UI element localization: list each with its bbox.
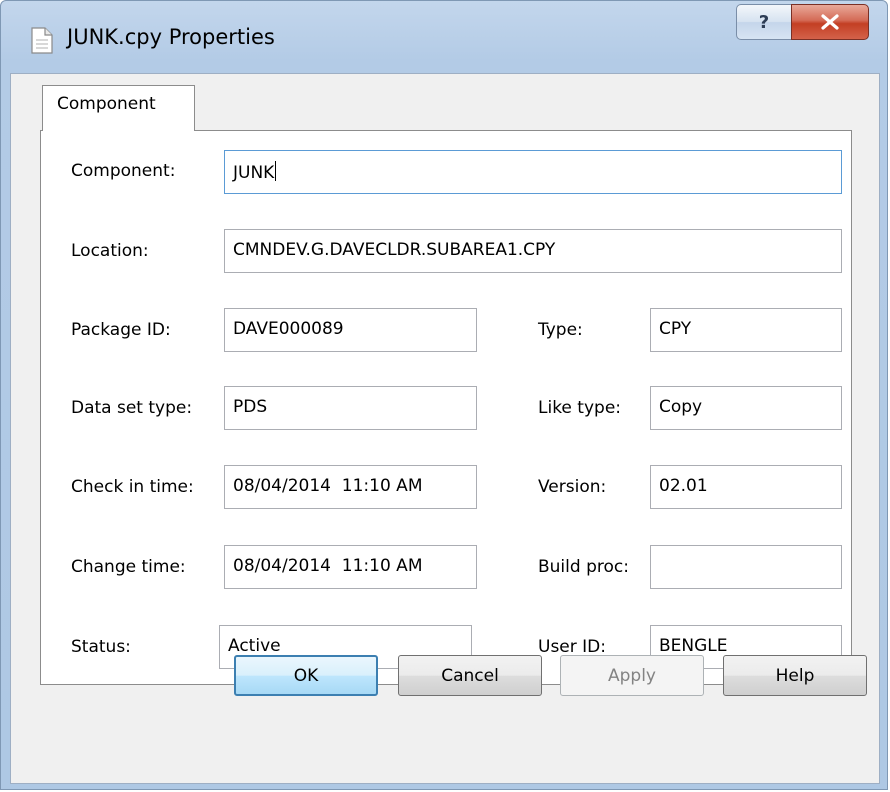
context-help-button[interactable]: ? [736, 4, 792, 40]
tab-component-label: Component [57, 94, 156, 114]
ok-button[interactable]: OK [234, 655, 378, 696]
help-button[interactable]: Help [723, 655, 867, 696]
package-id-label: Package ID: [71, 320, 171, 340]
data-set-type-label: Data set type: [71, 398, 193, 418]
version-field[interactable]: 02.01 [650, 465, 842, 509]
version-label: Version: [538, 477, 607, 497]
user-id-label: User ID: [538, 637, 606, 657]
location-label: Location: [71, 241, 149, 261]
tab-component[interactable]: Component [42, 85, 195, 131]
type-label: Type: [538, 320, 583, 340]
apply-button[interactable]: Apply [560, 655, 704, 696]
change-time-field[interactable]: 08/04/2014 11:10 AM [224, 545, 477, 589]
build-proc-field[interactable] [650, 545, 842, 589]
status-label: Status: [71, 637, 131, 657]
change-time-label: Change time: [71, 557, 186, 577]
like-type-label: Like type: [538, 398, 621, 418]
document-icon [31, 27, 53, 54]
check-in-time-label: Check in time: [71, 477, 194, 497]
cancel-button[interactable]: Cancel [398, 655, 542, 696]
component-field[interactable]: JUNK [224, 150, 842, 194]
properties-dialog: JUNK.cpy Properties ? Component Componen… [0, 0, 888, 790]
component-value: JUNK [233, 163, 275, 183]
close-icon [821, 14, 839, 30]
question-mark-icon: ? [758, 11, 770, 33]
like-type-field[interactable]: Copy [650, 386, 842, 430]
location-field[interactable]: CMNDEV.G.DAVECLDR.SUBAREA1.CPY [224, 229, 842, 273]
close-button[interactable] [791, 4, 869, 40]
check-in-time-field[interactable]: 08/04/2014 11:10 AM [224, 465, 477, 509]
build-proc-label: Build proc: [538, 557, 629, 577]
package-id-field[interactable]: DAVE000089 [224, 308, 477, 352]
component-tab-panel: Component: JUNK Location: CMNDEV.G.DAVEC… [40, 130, 852, 685]
window-title: JUNK.cpy Properties [67, 25, 275, 49]
component-label: Component: [71, 161, 176, 181]
title-bar[interactable]: JUNK.cpy Properties ? [1, 1, 887, 73]
type-field[interactable]: CPY [650, 308, 842, 352]
data-set-type-field[interactable]: PDS [224, 386, 477, 430]
text-caret [275, 161, 277, 181]
